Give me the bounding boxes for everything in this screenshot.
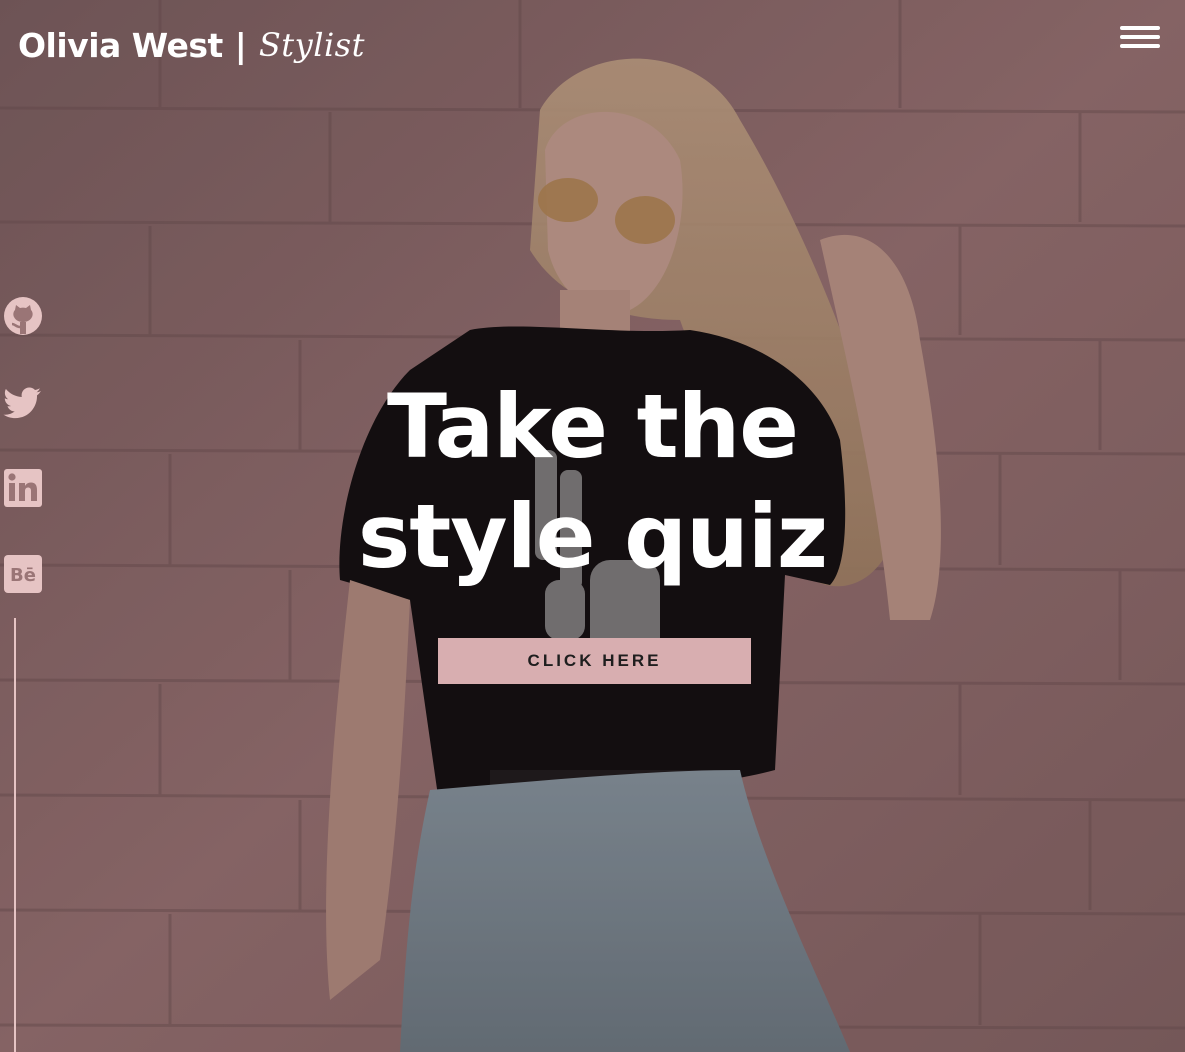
brand-name: Olivia West xyxy=(18,25,223,65)
hero-title-line-1: Take the xyxy=(387,375,799,478)
linkedin-link[interactable] xyxy=(3,468,43,508)
brand-logo-link[interactable]: Olivia West | Stylist xyxy=(18,20,365,70)
github-icon xyxy=(4,297,42,335)
menu-bar xyxy=(1120,26,1160,30)
behance-icon: Bē xyxy=(4,555,42,593)
click-here-button[interactable]: CLICK HERE xyxy=(438,638,751,684)
svg-text:Bē: Bē xyxy=(10,565,36,586)
twitter-icon xyxy=(3,387,41,419)
sidebar-divider-line xyxy=(14,618,16,1052)
linkedin-icon xyxy=(4,469,42,507)
github-link[interactable] xyxy=(3,296,43,336)
hamburger-menu-icon[interactable] xyxy=(1120,26,1160,50)
brand-separator: | xyxy=(234,25,247,65)
menu-bar xyxy=(1120,35,1160,39)
hero-title-line-2: style quiz xyxy=(357,485,828,588)
behance-link[interactable]: Bē xyxy=(3,554,43,594)
hero-title: Take the style quiz xyxy=(300,372,885,592)
menu-bar xyxy=(1120,44,1160,48)
brand-tagline: Stylist xyxy=(258,26,365,64)
twitter-link[interactable] xyxy=(3,382,43,422)
